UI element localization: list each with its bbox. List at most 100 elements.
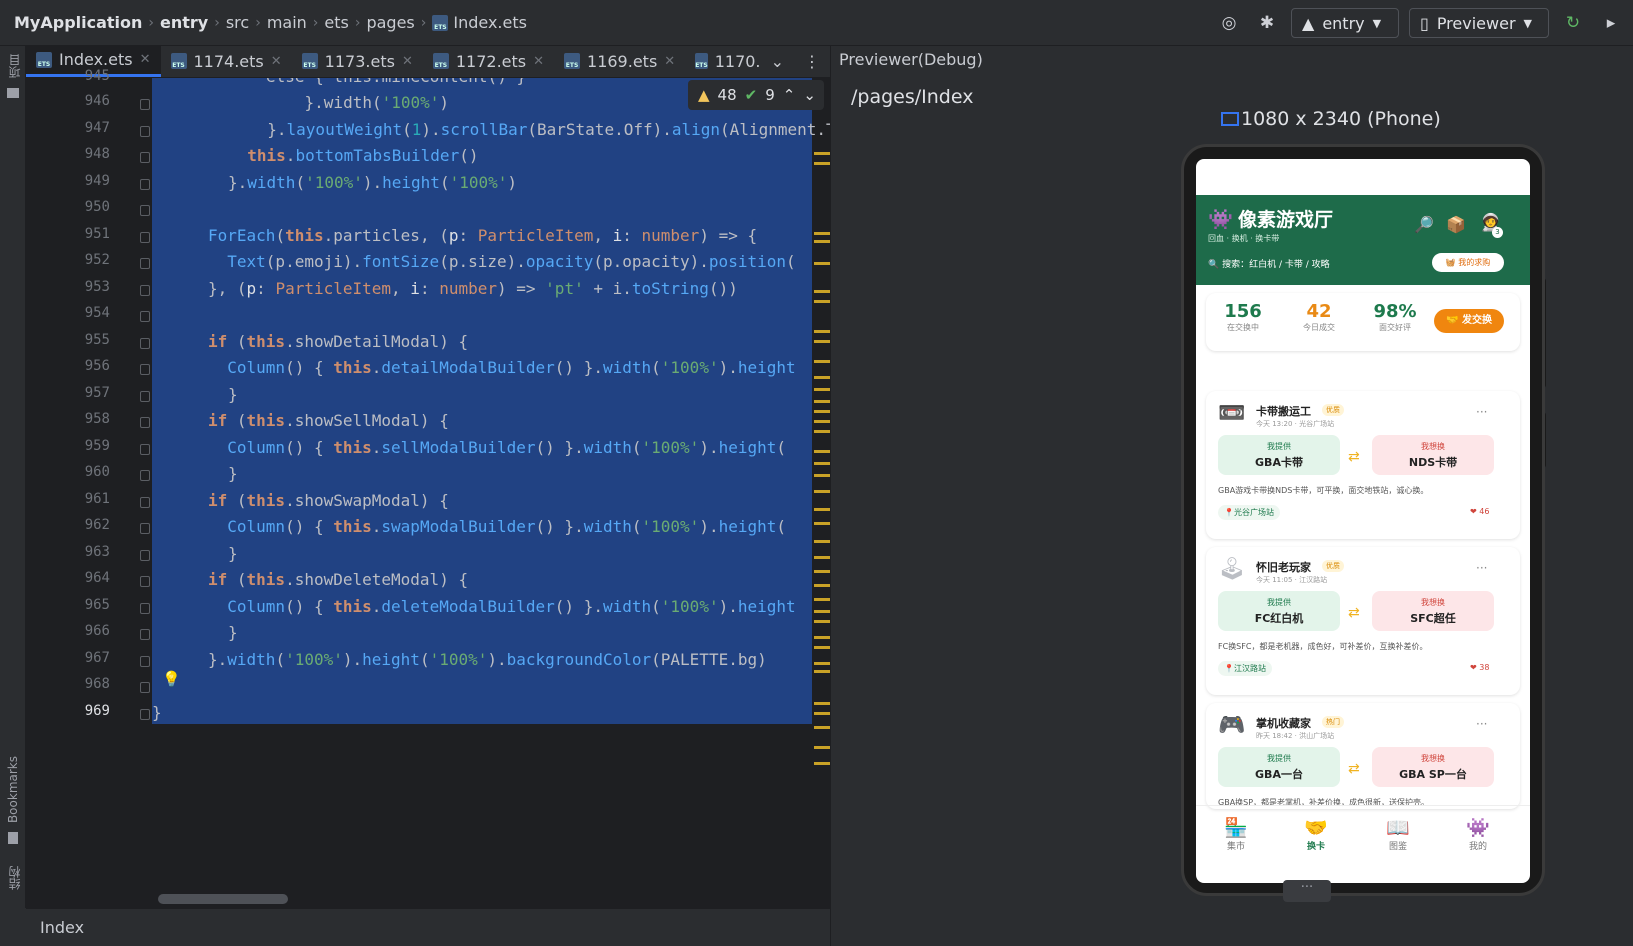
tab-1174-ets[interactable]: ETS 1174.ets ✕ xyxy=(161,45,292,77)
scroll-marker[interactable] xyxy=(814,490,830,493)
project-tool-button[interactable]: 项目 xyxy=(6,54,23,78)
module-selector[interactable]: ▲ entry ▼ xyxy=(1291,8,1399,38)
scroll-marker[interactable] xyxy=(814,462,830,465)
scroll-marker[interactable] xyxy=(814,300,830,303)
fold-marker-icon[interactable] xyxy=(140,576,150,587)
scroll-marker[interactable] xyxy=(814,410,830,413)
app-screen[interactable]: 👾 像素游戏厅 回血 · 换机 · 换卡带 🔎 📦 🧑‍🚀 3 🔍 搜索：红白机… xyxy=(1196,159,1530,883)
fold-marker-icon[interactable] xyxy=(140,602,150,614)
scroll-marker[interactable] xyxy=(814,620,830,623)
scroll-marker[interactable] xyxy=(814,262,830,265)
like-counter[interactable]: ❤ 46 xyxy=(1470,507,1489,516)
breadcrumb-src[interactable]: src xyxy=(226,13,249,32)
scroll-marker[interactable] xyxy=(814,340,830,343)
fold-marker-icon[interactable] xyxy=(140,655,150,667)
nav-catalog[interactable]: 📖 图鉴 xyxy=(1368,817,1428,852)
more-icon[interactable]: ··· xyxy=(1476,717,1487,731)
breadcrumb-pages[interactable]: pages xyxy=(366,13,414,32)
scroll-marker[interactable] xyxy=(814,420,830,423)
previous-highlight-icon[interactable]: ⌃ xyxy=(783,86,796,104)
scroll-marker[interactable] xyxy=(814,646,830,649)
scroll-marker[interactable] xyxy=(814,670,830,673)
lightbulb-icon[interactable]: 💡 xyxy=(162,670,181,688)
target-icon[interactable]: ◎ xyxy=(1215,9,1243,37)
horizontal-scrollbar[interactable] xyxy=(158,894,288,904)
run-icon[interactable]: ▸ xyxy=(1597,9,1625,37)
swap-post-card[interactable]: 📼 卡带搬运工 优质 今天 13:20 · 光谷广场站 ··· 我提供 GBA卡带… xyxy=(1206,391,1520,539)
fold-marker-icon[interactable] xyxy=(140,470,150,481)
like-counter[interactable]: ❤ 38 xyxy=(1470,663,1489,672)
nav-swap[interactable]: 🤝 换卡 xyxy=(1286,817,1346,852)
scroll-marker[interactable] xyxy=(814,540,830,543)
fold-marker-icon[interactable] xyxy=(140,258,150,269)
scroll-marker[interactable] xyxy=(814,746,830,749)
rerun-icon[interactable]: ↻ xyxy=(1559,9,1587,37)
fold-marker-icon[interactable] xyxy=(140,629,150,640)
fold-marker-icon[interactable] xyxy=(140,125,150,137)
fold-marker-icon[interactable] xyxy=(140,417,150,428)
scroll-marker[interactable] xyxy=(814,598,830,601)
fold-marker-icon[interactable] xyxy=(140,205,150,216)
search-icon[interactable]: 🔎 xyxy=(1414,215,1434,234)
more-icon[interactable]: ··· xyxy=(1476,561,1487,575)
scroll-marker[interactable] xyxy=(814,360,830,363)
scroll-marker[interactable] xyxy=(814,662,830,665)
tab-1169-ets[interactable]: ETS 1169.ets ✕ xyxy=(554,45,685,77)
package-icon[interactable]: 📦 xyxy=(1446,215,1466,234)
swap-post-card[interactable]: 🕹 怀旧老玩家 优质 今天 11:05 · 江汉路站 ··· 我提供 FC红白机 … xyxy=(1206,547,1520,695)
structure-path[interactable]: Index xyxy=(40,918,84,937)
scroll-marker[interactable] xyxy=(814,330,830,333)
close-icon[interactable]: ✕ xyxy=(664,54,675,69)
tab-1170-ets[interactable]: ETS 1170.ets xyxy=(685,45,761,77)
close-icon[interactable]: ✕ xyxy=(402,54,413,69)
fold-marker-icon[interactable] xyxy=(140,443,150,455)
fold-marker-icon[interactable] xyxy=(140,708,150,720)
breadcrumb-ets[interactable]: ets xyxy=(324,13,348,32)
tab-1172-ets[interactable]: ETS 1172.ets ✕ xyxy=(423,45,554,77)
bookmarks-tool-button[interactable]: Bookmarks xyxy=(6,756,20,823)
fold-marker-icon[interactable] xyxy=(140,549,150,561)
scroll-marker[interactable] xyxy=(814,474,830,477)
scroll-marker[interactable] xyxy=(814,556,830,559)
close-icon[interactable]: ✕ xyxy=(140,52,151,67)
structure-tool-button[interactable]: 结构 xyxy=(6,866,23,890)
post-swap-button[interactable]: 🤝 发交换 xyxy=(1434,309,1504,333)
fold-marker-icon[interactable] xyxy=(140,178,150,190)
scroll-marker[interactable] xyxy=(814,726,830,729)
fold-marker-icon[interactable] xyxy=(140,284,150,296)
debug-bug-icon[interactable]: ✱ xyxy=(1253,9,1281,37)
close-icon[interactable]: ✕ xyxy=(533,54,544,69)
fold-marker-icon[interactable] xyxy=(140,390,150,402)
more-icon[interactable]: ··· xyxy=(1476,405,1487,419)
scroll-marker[interactable] xyxy=(814,522,830,525)
fold-marker-icon[interactable] xyxy=(140,523,150,534)
scroll-marker[interactable] xyxy=(814,702,830,705)
fold-marker-icon[interactable] xyxy=(140,496,150,508)
breadcrumb-project[interactable]: MyApplication xyxy=(14,13,142,32)
scroll-marker[interactable] xyxy=(814,508,830,511)
scroll-marker[interactable] xyxy=(814,712,830,715)
close-icon[interactable]: ✕ xyxy=(271,54,282,69)
swap-post-card[interactable]: 🎮 掌机收藏家 热门 昨天 18:42 · 洪山广场站 ··· 我提供 GBA一台… xyxy=(1206,703,1520,809)
location-tag[interactable]: 📍光谷广场站 xyxy=(1218,505,1280,520)
device-selector[interactable]: ▯ Previewer ▼ xyxy=(1409,8,1549,38)
my-requests-button[interactable]: 🧺 我的求购 xyxy=(1432,253,1504,272)
nav-market[interactable]: 🏪 集市 xyxy=(1206,817,1266,852)
fold-marker-icon[interactable] xyxy=(140,682,150,693)
fold-marker-icon[interactable] xyxy=(140,337,150,349)
fold-marker-icon[interactable] xyxy=(140,231,150,243)
scroll-marker[interactable] xyxy=(814,636,830,639)
scroll-marker[interactable] xyxy=(814,388,830,391)
scroll-marker[interactable] xyxy=(814,162,830,165)
scroll-marker[interactable] xyxy=(814,240,830,243)
tab-1173-ets[interactable]: ETS 1173.ets ✕ xyxy=(292,45,423,77)
scroll-marker[interactable] xyxy=(814,584,830,587)
next-highlight-icon[interactable]: ⌄ xyxy=(803,86,816,104)
tab-overflow-chevron-icon[interactable]: ⌄ xyxy=(761,45,794,77)
nav-profile[interactable]: 👾 我的 xyxy=(1448,817,1508,852)
scroll-marker[interactable] xyxy=(814,430,830,433)
breadcrumb-file[interactable]: Index.ets xyxy=(453,13,527,32)
scroll-marker[interactable] xyxy=(814,376,830,379)
scroll-marker[interactable] xyxy=(814,762,830,765)
more-options-button[interactable]: ··· xyxy=(1283,880,1331,902)
